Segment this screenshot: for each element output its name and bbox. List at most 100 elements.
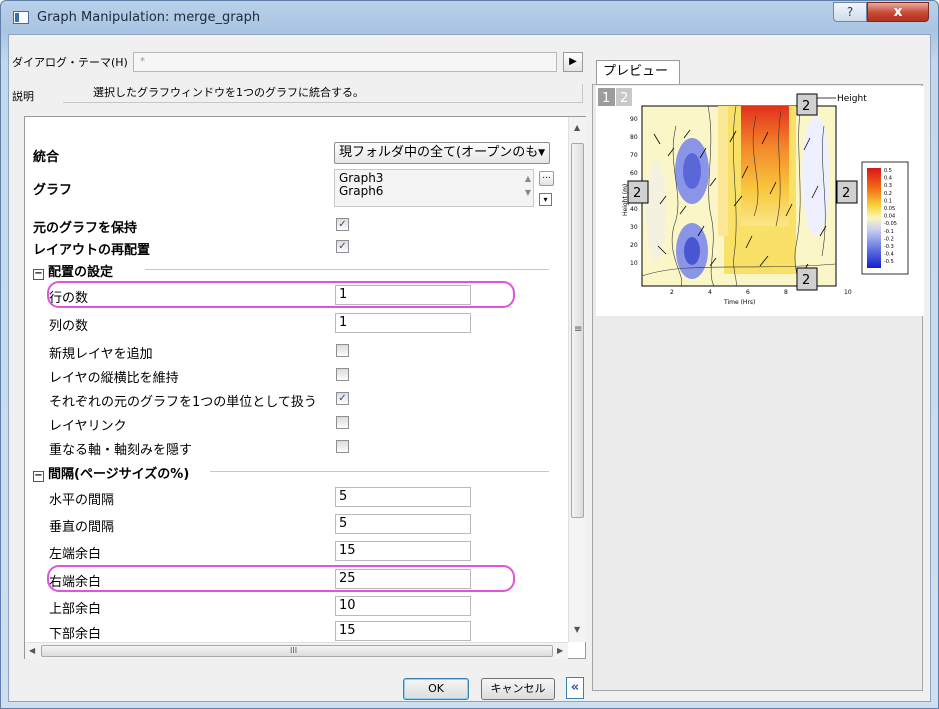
cancel-button[interactable]: キャンセル: [481, 678, 555, 700]
description-label: 説明: [12, 90, 34, 103]
help-button[interactable]: ?: [833, 2, 867, 22]
x-tick-label: 10: [844, 289, 852, 296]
grip-icon: III: [290, 646, 298, 655]
collapse-preview-button[interactable]: «: [566, 677, 584, 699]
page-tab-2-label: 2: [620, 91, 628, 106]
vertical-scroll-thumb[interactable]: ≡: [571, 143, 584, 518]
bottom-margin-input[interactable]: 15: [335, 621, 471, 641]
arrange-section-title: 配置の設定: [48, 265, 114, 280]
hide-axes-checkbox[interactable]: [336, 440, 349, 453]
scroll-left-icon[interactable]: ◀: [29, 646, 35, 655]
highlight-annotation: [47, 565, 515, 592]
treat-unit-label: それぞれの元のグラフを1つの単位として扱う: [49, 395, 317, 410]
vertical-scrollbar[interactable]: ▲ ≡ ▼: [568, 117, 586, 642]
description-text: 選択したグラフウィンドウを1つのグラフに統合する。: [63, 84, 583, 103]
scroll-down-icon[interactable]: ▼: [574, 625, 580, 634]
neutral-region: [802, 116, 830, 236]
highlight-annotation: [47, 281, 515, 308]
section-divider: [210, 471, 549, 472]
y-tick-label: 40: [630, 206, 638, 213]
spacing-section-title: 間隔(ページサイズの%): [48, 467, 190, 482]
ok-button[interactable]: OK: [403, 678, 469, 700]
legend-value-label: 0.2: [884, 191, 892, 197]
hide-axes-label: 重なる軸・軸刻みを隠す: [49, 443, 193, 458]
legend-value-label: -0.2: [884, 236, 894, 242]
keep-ratio-label: レイヤの縦横比を維持: [49, 371, 179, 386]
treat-unit-checkbox[interactable]: ✓: [336, 392, 349, 405]
layer-link-checkbox[interactable]: [336, 416, 349, 429]
blue-region: [684, 237, 700, 265]
graph-listbox[interactable]: Graph3 Graph6 ▲ ▼: [334, 169, 534, 207]
spacing-section-header[interactable]: − 間隔(ページサイズの%): [33, 463, 189, 482]
x-tick-label: 8: [784, 289, 788, 296]
scroll-right-icon[interactable]: ▶: [557, 646, 563, 655]
window-title: Graph Manipulation: merge_graph: [37, 10, 261, 25]
legend-value-label: 0.4: [884, 176, 892, 182]
settings-panel: 統合 現フォルダ中の全て(オープンのも ▼ グラフ Graph3 Graph6 …: [24, 116, 586, 659]
legend-value-label: -0.05: [884, 221, 897, 227]
y-tick-label: 90: [630, 116, 638, 123]
legend-value-label: -0.5: [884, 259, 894, 265]
keep-source-checkbox[interactable]: ✓: [336, 218, 349, 231]
layer-link-label: レイヤリンク: [49, 419, 127, 434]
v-gap-label: 垂直の間隔: [49, 520, 115, 535]
close-button[interactable]: x: [867, 2, 929, 22]
neutral-region: [646, 161, 666, 261]
v-gap-input[interactable]: 5: [335, 514, 471, 534]
rearrange-checkbox[interactable]: ✓: [336, 240, 349, 253]
add-layer-checkbox[interactable]: [336, 344, 349, 357]
left-margin-input[interactable]: 15: [335, 541, 471, 561]
keep-source-label: 元のグラフを保持: [33, 221, 138, 236]
section-divider: [145, 269, 549, 270]
browse-graphs-button[interactable]: ...: [539, 171, 554, 186]
y-tick-label: 70: [630, 152, 638, 159]
collapse-icon[interactable]: −: [33, 269, 44, 280]
expand-list-button[interactable]: ▾: [539, 193, 552, 206]
preview-graph: 1 2 90 80 70 60 40 30 20 10 2 4 6 8 10 T…: [596, 86, 924, 316]
h-gap-input[interactable]: 5: [335, 487, 471, 507]
scroll-up-icon[interactable]: ▲: [574, 123, 580, 132]
legend-value-label: -0.1: [884, 229, 894, 235]
legend-value-label: 0.04: [884, 214, 895, 220]
graph-list-item[interactable]: Graph6: [339, 185, 529, 198]
left-margin-label: 左端余白: [49, 547, 102, 562]
keep-ratio-checkbox[interactable]: [336, 368, 349, 381]
list-scroll-icon[interactable]: ▲ ▼: [525, 172, 531, 200]
cols-input[interactable]: 1: [335, 313, 471, 333]
grip-icon: ≡: [574, 324, 583, 335]
horizontal-scrollbar[interactable]: ◀ III ▶: [25, 642, 568, 659]
tab-preview[interactable]: プレビュー: [596, 60, 680, 84]
colorbar: [867, 168, 881, 268]
theme-input[interactable]: *: [133, 52, 557, 72]
legend-value-label: 0.3: [884, 183, 892, 189]
collapse-icon[interactable]: −: [33, 471, 44, 482]
x-axis-title: Time (Hrs): [723, 299, 755, 306]
h-gap-label: 水平の間隔: [49, 493, 115, 508]
merge-select[interactable]: 現フォルダ中の全て(オープンのも ▼: [334, 142, 550, 164]
x-tick-label: 2: [670, 289, 674, 296]
merge-select-value: 現フォルダ中の全て(オープンのも: [339, 145, 539, 160]
yellow-region: [718, 106, 728, 236]
x-tick-label: 6: [746, 289, 750, 296]
y-tick-label: 30: [630, 224, 638, 231]
top-margin-label: 上部余白: [49, 602, 102, 617]
add-layer-label: 新規レイヤを追加: [49, 347, 153, 362]
theme-menu-button[interactable]: ▶: [563, 52, 583, 72]
window-icon: [13, 11, 29, 24]
arrange-section-header[interactable]: − 配置の設定: [33, 261, 113, 280]
top-margin-input[interactable]: 10: [335, 596, 471, 616]
legend-value-label: 0.05: [884, 206, 895, 212]
layer-badge-label: 2: [802, 273, 810, 288]
height-label: Height: [837, 94, 867, 104]
layer-badge-label: 2: [633, 186, 641, 201]
horizontal-scroll-thumb[interactable]: III: [41, 645, 553, 657]
legend-value-label: -0.3: [884, 244, 894, 250]
blue-region: [683, 153, 701, 189]
bottom-margin-label: 下部余白: [49, 627, 102, 642]
graph-label: グラフ: [33, 183, 73, 198]
y-tick-label: 20: [630, 242, 638, 249]
layer-badge-label: 2: [802, 99, 810, 114]
title-bar[interactable]: Graph Manipulation: merge_graph ? x: [1, 1, 938, 35]
legend-value-label: 0.5: [884, 168, 892, 174]
merge-label: 統合: [33, 150, 60, 165]
